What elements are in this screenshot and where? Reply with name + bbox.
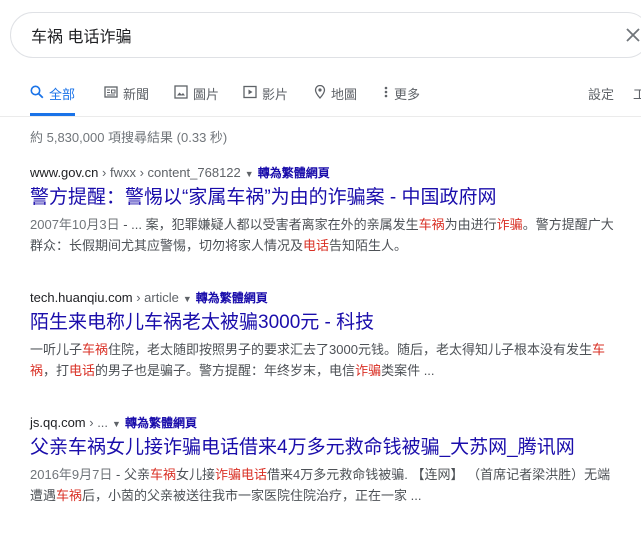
snippet-highlight: 车祸	[149, 467, 176, 482]
snippet-highlight: 电话	[69, 363, 96, 378]
snippet-text: ，打	[43, 363, 70, 378]
news-icon	[104, 86, 118, 98]
result-title[interactable]: 陌生来电称儿车祸老太被骗3000元 - 科技	[30, 309, 630, 337]
settings-link[interactable]: 設定	[588, 80, 614, 114]
tab-all[interactable]: 全部	[30, 80, 76, 116]
tools-link[interactable]: 工	[633, 80, 641, 114]
video-icon	[243, 85, 257, 99]
result-path: › ...	[85, 415, 109, 430]
result-cite: www.gov.cn › fwxx › content_768122 ▼ 轉為繁體網…	[30, 164, 630, 183]
snippet-highlight: 诈骗	[496, 217, 523, 232]
search-input[interactable]: 车祸 电话诈骗	[31, 23, 131, 47]
search-icon	[30, 85, 44, 99]
snippet-highlight: 诈骗电话	[214, 467, 267, 482]
image-icon	[174, 85, 188, 99]
translate-link[interactable]: 轉為繁體網頁	[125, 416, 197, 430]
dropdown-arrow-icon[interactable]: ▼	[112, 415, 121, 433]
result-stats: 約 5,830,000 項搜尋結果 (0.33 秒)	[30, 130, 228, 145]
translate-link[interactable]: 轉為繁體網頁	[196, 291, 268, 305]
search-tabs: 全部 新聞 圖片 影片 地圖 更多 設定 工	[0, 80, 641, 117]
snippet-text: 告知陌生人。	[329, 238, 408, 253]
tab-label: 圖片	[193, 87, 220, 102]
result-date: 2016年9月7日	[30, 467, 113, 482]
tab-label: 新聞	[123, 87, 150, 102]
tab-label: 影片	[262, 87, 289, 102]
snippet-highlight: 电话	[303, 238, 330, 253]
result-path: › article	[132, 290, 179, 305]
result-snippet: 2016年9月7日 - 父亲车祸女儿接诈骗电话借来4万多元救命钱被骗. 【连网】…	[30, 464, 620, 506]
close-icon[interactable]	[623, 25, 641, 45]
result-path: › fwxx › content_768122	[98, 165, 241, 180]
search-result: www.gov.cn › fwxx › content_768122 ▼ 轉為繁體網…	[30, 164, 630, 256]
tab-label: 更多	[394, 87, 421, 102]
snippet-text: 为由进行	[444, 217, 497, 232]
tab-videos[interactable]: 影片	[243, 80, 288, 114]
snippet-highlight: 车祸	[82, 342, 109, 357]
search-result: js.qq.com › ... ▼ 轉為繁體網頁 父亲车祸女儿接诈骗电话借来4万多元…	[30, 414, 630, 506]
translate-link[interactable]: 轉為繁體網頁	[258, 166, 330, 180]
result-cite: tech.huanqiu.com › article ▼ 轉為繁體網頁	[30, 289, 630, 308]
result-domain: tech.huanqiu.com	[30, 290, 133, 305]
result-title[interactable]: 父亲车祸女儿接诈骗电话借来4万多元救命钱被骗_大苏网_腾讯网	[30, 434, 630, 462]
map-pin-icon	[314, 85, 326, 99]
result-snippet: 一听儿子车祸住院，老太随即按照男子的要求汇去了3000元钱。随后，老太得知儿子根…	[30, 339, 620, 381]
result-title[interactable]: 警方提醒：警惕以“家属车祸”为由的诈骗案 - 中国政府网	[30, 184, 630, 212]
snippet-text: - 父亲	[112, 467, 150, 482]
result-snippet: 2007年10月3日 - ... 案，犯罪嫌疑人都以受害者离家在外的亲属发生车祸…	[30, 214, 620, 256]
tab-news[interactable]: 新聞	[104, 80, 149, 114]
snippet-text: 住院，老太随即按照男子的要求汇去了3000元钱。随后，老太得知儿子根本没有发生	[108, 342, 592, 357]
snippet-text: 后，小茵的父亲被送往我市一家医院住院治疗，正在一家 ...	[82, 488, 422, 503]
result-domain: js.qq.com	[30, 415, 86, 430]
search-result: tech.huanqiu.com › article ▼ 轉為繁體網頁 陌生来电称儿…	[30, 289, 630, 381]
snippet-text: 的男子也是骗子。警方提醒：年终岁末，电信	[95, 363, 356, 378]
snippet-text: - ... 案，犯罪嫌疑人都以受害者离家在外的亲属发生	[119, 217, 419, 232]
tab-maps[interactable]: 地圖	[314, 80, 357, 114]
tab-label: 全部	[49, 87, 76, 102]
snippet-highlight: 车祸	[56, 488, 83, 503]
search-box[interactable]: 车祸 电话诈骗	[10, 12, 641, 58]
tab-more[interactable]: 更多	[383, 80, 420, 114]
more-icon	[384, 86, 388, 98]
dropdown-arrow-icon[interactable]: ▼	[183, 290, 192, 308]
tab-label: 地圖	[331, 87, 358, 102]
tab-images[interactable]: 圖片	[174, 80, 219, 114]
dropdown-arrow-icon[interactable]: ▼	[245, 165, 254, 183]
snippet-text: 类案件 ...	[381, 363, 435, 378]
snippet-text: 女儿接	[175, 467, 215, 482]
result-domain: www.gov.cn	[30, 165, 99, 180]
result-cite: js.qq.com › ... ▼ 轉為繁體網頁	[30, 414, 630, 433]
snippet-text: 一听儿子	[30, 342, 83, 357]
snippet-highlight: 诈骗	[355, 363, 382, 378]
result-date: 2007年10月3日	[30, 217, 120, 232]
snippet-highlight: 车祸	[418, 217, 445, 232]
